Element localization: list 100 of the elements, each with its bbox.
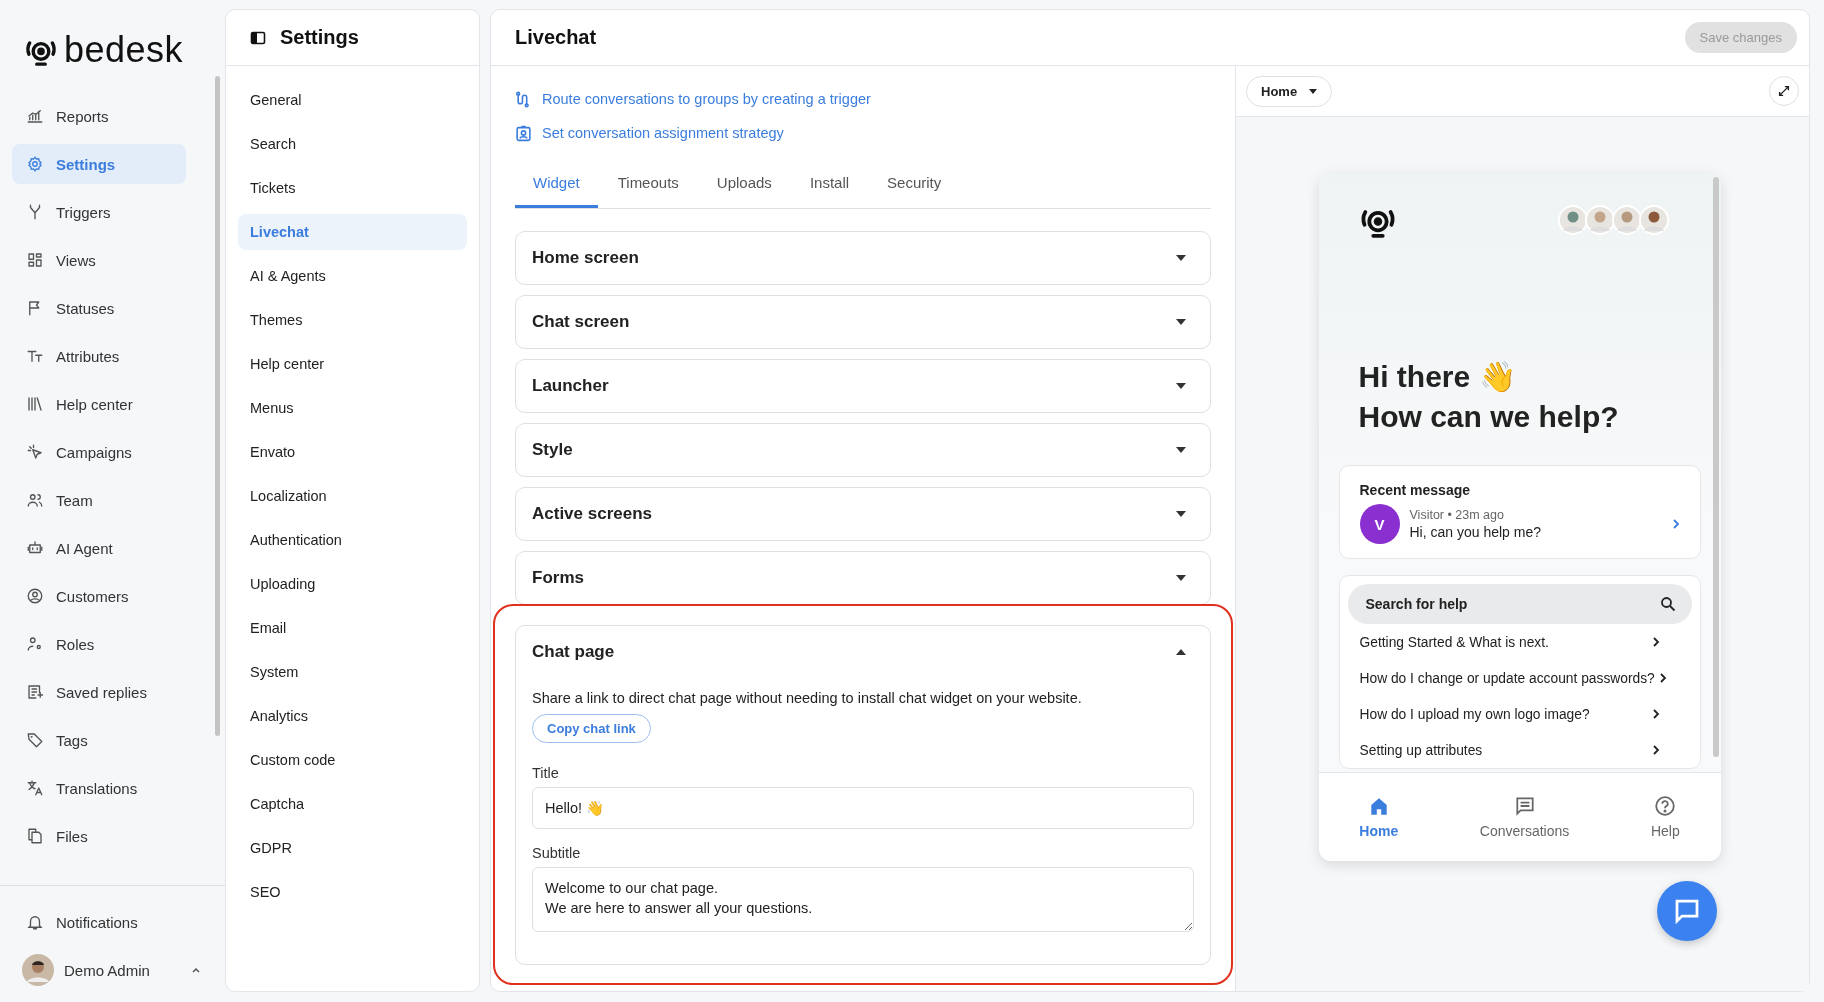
tab[interactable]: Timeouts bbox=[599, 162, 697, 208]
message-meta: Visitor • 23m ago bbox=[1409, 508, 1505, 522]
settings-menu-item[interactable]: Uploading bbox=[238, 566, 467, 602]
settings-menu-item[interactable]: Captcha bbox=[238, 786, 467, 822]
chevron-right-icon bbox=[1671, 518, 1680, 530]
settings-menu-item[interactable]: AI & Agents bbox=[238, 258, 467, 294]
expand-button[interactable] bbox=[1769, 76, 1799, 106]
chevron-right-icon bbox=[1658, 672, 1667, 684]
article-link[interactable]: How do I upload my own logo image? bbox=[1347, 696, 1700, 732]
chevron-right-icon bbox=[1651, 744, 1660, 756]
files-icon bbox=[26, 827, 44, 845]
nav-item[interactable]: Campaigns bbox=[12, 432, 186, 472]
list-icon bbox=[26, 683, 44, 701]
search-field[interactable]: Search for help bbox=[1347, 584, 1692, 624]
chart-icon bbox=[26, 107, 44, 125]
nav-item[interactable]: Statuses bbox=[12, 288, 186, 328]
settings-menu-item[interactable]: Help center bbox=[238, 346, 467, 382]
tab[interactable]: Widget bbox=[515, 162, 598, 208]
settings-menu-item[interactable]: Livechat bbox=[238, 214, 467, 250]
help-icon bbox=[1654, 795, 1677, 817]
nav-item[interactable]: Triggers bbox=[12, 192, 186, 232]
people-icon bbox=[26, 491, 44, 509]
tab[interactable]: Uploads bbox=[698, 162, 790, 208]
bell-icon bbox=[26, 913, 44, 931]
scrollbar[interactable] bbox=[215, 76, 220, 736]
settings-menu-item[interactable]: Tickets bbox=[238, 170, 467, 206]
nav-item[interactable]: Saved replies bbox=[12, 672, 186, 712]
avatar bbox=[22, 954, 54, 986]
bottom-nav-tab[interactable]: Conversations bbox=[1473, 794, 1576, 840]
settings-menu-item[interactable]: Authentication bbox=[238, 522, 467, 558]
accordion-header[interactable]: Forms bbox=[516, 552, 1210, 604]
settings-menu-item[interactable]: General bbox=[238, 82, 467, 118]
article-link[interactable]: Setting up attributes bbox=[1347, 732, 1700, 768]
person-gear-icon bbox=[26, 635, 44, 653]
grid-icon bbox=[26, 251, 44, 269]
nav-item[interactable]: Team bbox=[12, 480, 186, 520]
help-link[interactable]: Set conversation assignment strategy bbox=[515, 116, 1211, 150]
chevron-right-icon bbox=[1651, 636, 1660, 648]
tab[interactable]: Install bbox=[791, 162, 868, 208]
gear-icon bbox=[26, 155, 44, 173]
settings-menu-item[interactable]: SEO bbox=[238, 874, 467, 910]
nav-item[interactable]: Customers bbox=[12, 576, 186, 616]
settings-menu-item[interactable]: Analytics bbox=[238, 698, 467, 734]
settings-menu-item[interactable]: Themes bbox=[238, 302, 467, 338]
accordion-header[interactable]: Chat screen bbox=[516, 296, 1210, 348]
settings-menu-item[interactable]: Email bbox=[238, 610, 467, 646]
avatar bbox=[1557, 205, 1588, 235]
settings-menu-item[interactable]: Localization bbox=[238, 478, 467, 514]
accordion-header[interactable]: Chat page bbox=[516, 626, 1210, 678]
avatar bbox=[1638, 205, 1669, 235]
accordion-header[interactable]: Home screen bbox=[516, 232, 1210, 284]
avatar: V bbox=[1359, 504, 1400, 544]
subtitle-textarea[interactable]: Welcome to our chat page. We are here to answer all your questions. bbox=[532, 867, 1194, 932]
settings-menu-item[interactable]: System bbox=[238, 654, 467, 690]
accordion-header[interactable]: Launcher bbox=[516, 360, 1210, 412]
bottom-nav-tab[interactable]: Help bbox=[1644, 794, 1686, 840]
settings-menu-item[interactable]: Search bbox=[238, 126, 467, 162]
nav-item[interactable]: Attributes bbox=[12, 336, 186, 376]
field-label: Title bbox=[532, 765, 560, 781]
nav-item[interactable]: Translations bbox=[12, 768, 186, 808]
article-link[interactable]: Getting Started & What is next. bbox=[1347, 624, 1700, 660]
caret-down-icon bbox=[1309, 88, 1318, 94]
books-icon bbox=[26, 395, 44, 413]
title-input[interactable]: Hello! 👋 bbox=[532, 787, 1194, 829]
tab[interactable]: Security bbox=[869, 162, 960, 208]
message-text: Hi, can you help me? bbox=[1409, 524, 1543, 540]
settings-menu-item[interactable]: Envato bbox=[238, 434, 467, 470]
settings-menu-item[interactable]: GDPR bbox=[238, 830, 467, 866]
tag-icon bbox=[26, 731, 44, 749]
screen-dropdown[interactable]: Home bbox=[1246, 75, 1333, 107]
accordion-header[interactable]: Style bbox=[516, 424, 1210, 476]
avatar bbox=[1584, 205, 1615, 235]
nav-item[interactable]: Roles bbox=[12, 624, 186, 664]
recent-message-card[interactable]: Recent message V Visitor • 23m ago Hi, can you help me? bbox=[1338, 465, 1701, 559]
article-link[interactable]: How do I change or update account passwords? bbox=[1347, 660, 1700, 696]
accordion-header[interactable]: Active screens bbox=[516, 488, 1210, 540]
badge-icon bbox=[515, 124, 532, 142]
chat-launcher-button[interactable] bbox=[1657, 881, 1717, 941]
settings-menu-item[interactable]: Menus bbox=[238, 390, 467, 426]
settings-menu-item[interactable]: Custom code bbox=[238, 742, 467, 778]
nav-item[interactable]: Reports bbox=[12, 96, 186, 136]
user-menu[interactable]: Demo Admin bbox=[12, 948, 212, 992]
avatar bbox=[1611, 205, 1642, 235]
card-title: Recent message bbox=[1359, 482, 1471, 498]
nav-item[interactable]: AI Agent bbox=[12, 528, 186, 568]
scrollbar[interactable] bbox=[1712, 177, 1719, 757]
chevron-right-icon bbox=[1651, 708, 1660, 720]
help-link[interactable]: Route conversations to groups by creating a trigger bbox=[515, 82, 1211, 116]
nav-item[interactable]: Files bbox=[12, 816, 186, 856]
bottom-nav-tab[interactable]: Home bbox=[1353, 794, 1405, 840]
description: Share a link to direct chat page without needing to install chat widget on your website. bbox=[532, 690, 1083, 706]
greeting-heading: Hi there 👋 How can we help? bbox=[1358, 359, 1620, 435]
sidebar-toggle-icon[interactable] bbox=[250, 29, 266, 46]
nav-item[interactable]: Help center bbox=[12, 384, 186, 424]
nav-item[interactable]: Tags bbox=[12, 720, 186, 760]
field-label: Subtitle bbox=[532, 845, 582, 861]
search-icon bbox=[1659, 596, 1676, 612]
notifications-link[interactable]: Notifications bbox=[12, 902, 186, 942]
copy-link-button[interactable]: Copy chat link bbox=[532, 714, 651, 743]
nav-item[interactable]: Views bbox=[12, 240, 186, 280]
